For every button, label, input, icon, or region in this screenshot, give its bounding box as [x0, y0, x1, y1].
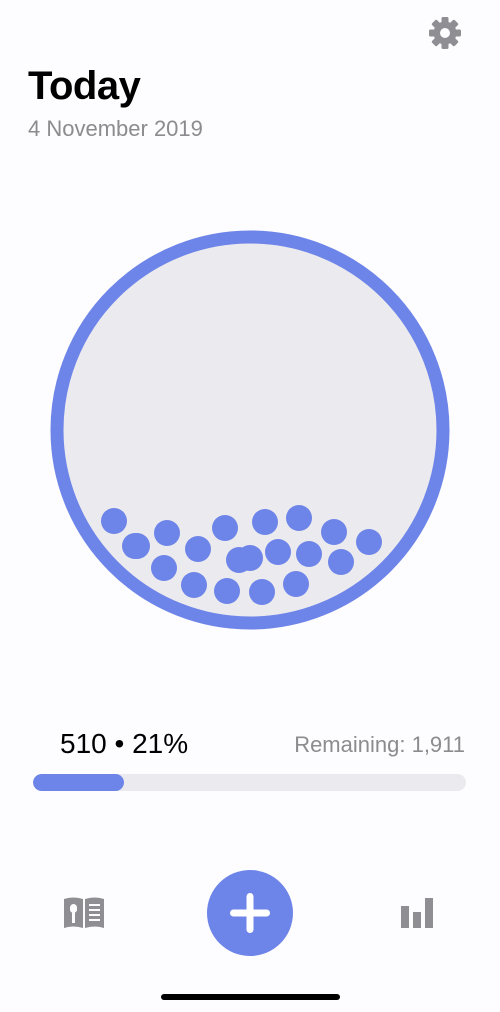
- bar-chart-icon: [401, 898, 433, 928]
- gear-icon: [429, 17, 461, 49]
- bowl-ball: [226, 547, 252, 573]
- bowl-ball: [328, 549, 354, 575]
- bowl-ball: [321, 519, 347, 545]
- consumed-summary: 510 • 21%: [60, 728, 189, 759]
- page-date: 4 November 2019: [28, 116, 203, 141]
- add-button[interactable]: [207, 870, 293, 956]
- bowl-ball: [154, 520, 180, 546]
- bowl-ball: [356, 529, 382, 555]
- log-button[interactable]: [62, 895, 106, 931]
- stats-button[interactable]: [398, 894, 438, 930]
- progress-bar: [33, 774, 466, 791]
- bowl-ball: [249, 579, 275, 605]
- bowl-ball: [124, 533, 150, 559]
- log-book-icon: [64, 897, 104, 928]
- home-indicator: [161, 994, 340, 1000]
- settings-button[interactable]: [425, 13, 465, 53]
- bowl-ball: [265, 539, 291, 565]
- page-title: Today: [28, 64, 141, 108]
- bowl-ball: [151, 555, 177, 581]
- bowl-ball: [185, 536, 211, 562]
- progress-fill: [33, 774, 124, 791]
- bowl-ball: [181, 572, 207, 598]
- bowl-ball: [212, 515, 238, 541]
- bowl-ball: [286, 505, 312, 531]
- bowl-ball: [283, 571, 309, 597]
- bowl-ball: [214, 578, 240, 604]
- bowl-ball: [252, 509, 278, 535]
- remaining-summary: Remaining: 1,911: [294, 732, 465, 757]
- bowl-ball: [101, 508, 127, 534]
- bowl-ball: [296, 541, 322, 567]
- plus-icon: [230, 893, 270, 933]
- fill-bowl: [50, 230, 450, 630]
